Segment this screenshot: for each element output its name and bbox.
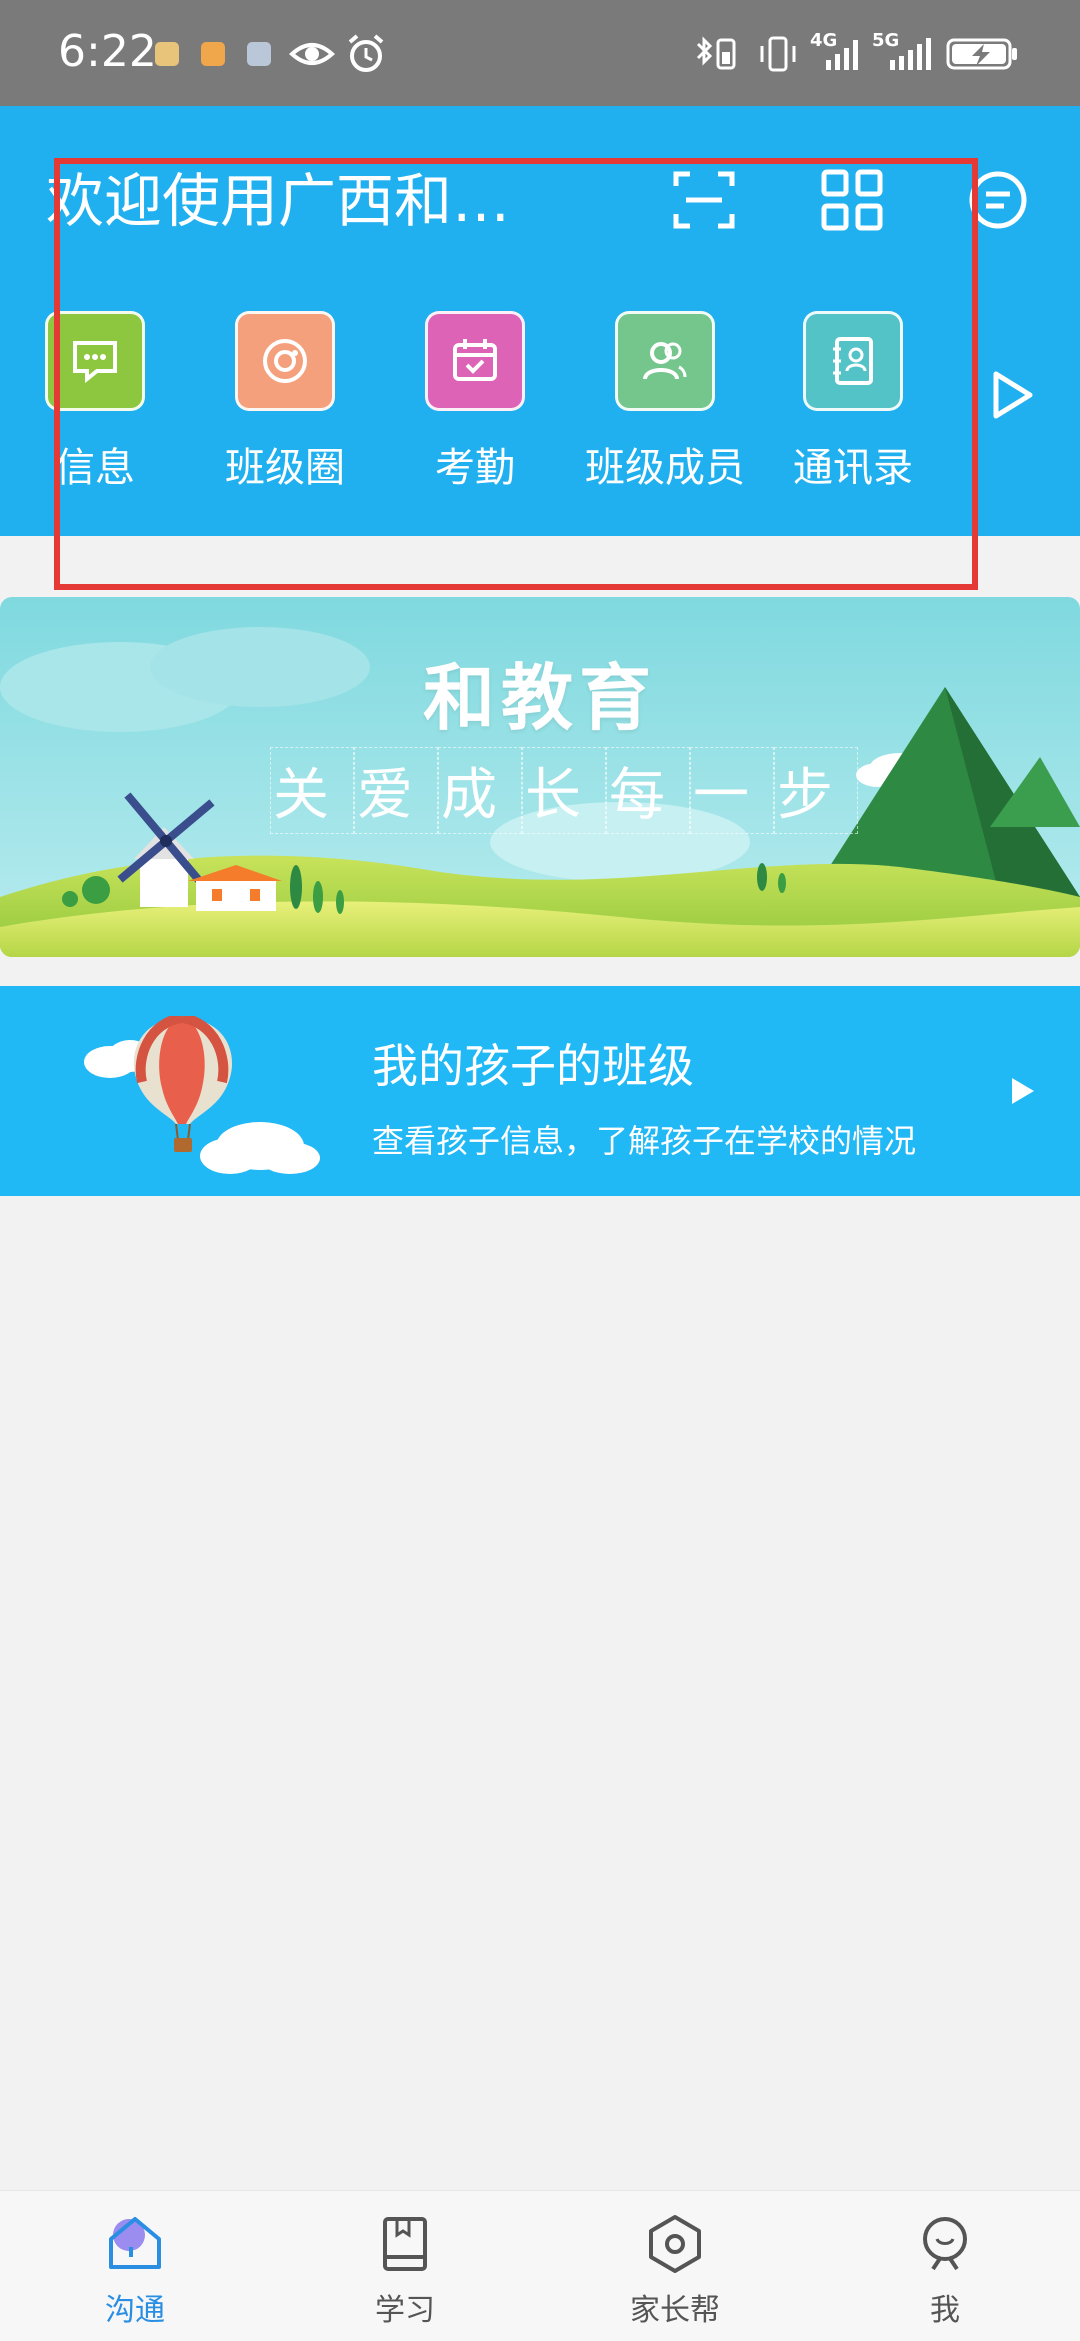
tab-label: 家长帮 [630, 2293, 720, 2328]
quick-action-attendance[interactable]: 考勤 [390, 311, 560, 493]
notification-icon [155, 42, 179, 66]
kids-class-subtitle: 查看孩子信息，了解孩子在学校的情况 [372, 1122, 917, 1160]
bluetooth-battery-icon [696, 36, 736, 70]
quick-action-label: 班级成员 [585, 445, 745, 491]
signal-icon [890, 38, 931, 70]
class-circle-icon [235, 311, 335, 411]
tab-me[interactable]: 我 [810, 2191, 1080, 2341]
banner-subtitle-char: 每 [606, 747, 690, 834]
quick-action-class-circle[interactable]: 班级圈 [200, 311, 370, 493]
alarm-icon [348, 34, 384, 72]
scan-icon[interactable] [672, 168, 736, 232]
signal-icon [826, 40, 858, 70]
page-title: 欢迎使用广西和… [46, 167, 511, 235]
book-icon [383, 2217, 427, 2271]
quick-action-label: 考勤 [435, 445, 515, 491]
quick-action-contacts[interactable]: 通讯录 [768, 311, 938, 493]
attendance-icon [425, 311, 525, 411]
vibrate-icon [760, 36, 796, 72]
banner-subtitle-char: 爱 [354, 747, 438, 834]
eye-icon [289, 43, 335, 65]
banner-subtitle-char: 成 [438, 747, 522, 834]
my-kids-class-card[interactable]: 我的孩子的班级 查看孩子信息，了解孩子在学校的情况 [0, 986, 1080, 1196]
kids-class-title: 我的孩子的班级 [372, 1039, 694, 1093]
tab-label: 我 [930, 2293, 960, 2328]
banner-title: 和教育 [422, 656, 657, 740]
tab-label: 沟通 [105, 2293, 165, 2328]
promo-banner[interactable]: 和教育 关爱成长每一步 [0, 597, 1080, 957]
battery-charging-icon [946, 38, 1017, 70]
play-right-icon[interactable] [990, 368, 1036, 422]
banner-subtitle-char: 关 [270, 747, 354, 834]
notification-icon [247, 42, 271, 66]
banner-subtitle: 关爱成长每一步 [270, 747, 858, 834]
tab-learn[interactable]: 学习 [270, 2191, 540, 2341]
header: 欢迎使用广西和… 信息 班级圈 考勤 班级成员 通讯录 [0, 106, 1080, 536]
grid-apps-icon[interactable] [820, 168, 884, 232]
quick-action-label: 信息 [55, 445, 135, 491]
banner-subtitle-char: 一 [690, 747, 774, 834]
hot-air-balloon-icon [84, 1016, 320, 1174]
quick-action-label: 班级圈 [225, 445, 345, 491]
quick-action-label: 通讯录 [793, 445, 913, 491]
quick-action-message[interactable]: 信息 [10, 311, 180, 493]
members-icon [615, 311, 715, 411]
tab-label: 学习 [375, 2293, 435, 2328]
status-bar: 6:22 4G 5G [0, 0, 1080, 106]
home-icon [109, 2217, 161, 2269]
notification-icon [201, 42, 225, 66]
tab-parent-help[interactable]: 家长帮 [540, 2191, 810, 2341]
contacts-icon [803, 311, 903, 411]
message-icon [45, 311, 145, 411]
hexagon-icon [649, 2215, 701, 2273]
banner-subtitle-char: 步 [774, 747, 858, 834]
tab-communicate[interactable]: 沟通 [0, 2191, 270, 2341]
chevron-right-icon[interactable] [1008, 1074, 1038, 1108]
bottom-tab-bar: 沟通 学习 家长帮 我 [0, 2190, 1080, 2341]
banner-subtitle-char: 长 [522, 747, 606, 834]
menu-icon[interactable] [966, 168, 1030, 232]
status-time: 6:22 [58, 26, 157, 77]
quick-action-members[interactable]: 班级成员 [580, 311, 750, 493]
profile-icon [923, 2217, 967, 2271]
